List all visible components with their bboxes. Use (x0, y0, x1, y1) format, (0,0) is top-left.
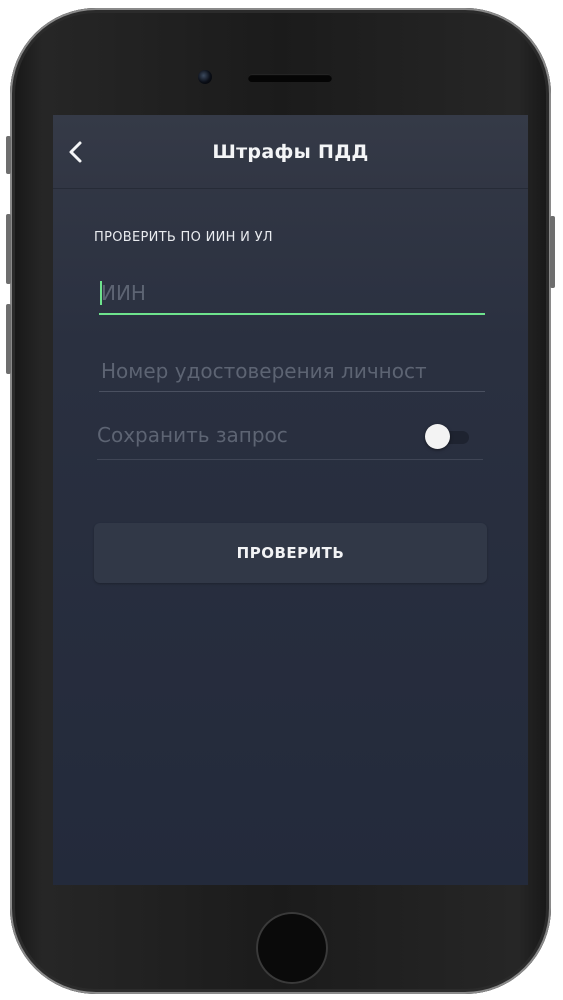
save-request-label: Сохранить запрос (97, 423, 288, 447)
volume-up-button (6, 214, 11, 284)
earpiece-speaker (248, 74, 332, 82)
page-title: Штрафы ПДД (212, 141, 369, 163)
section-label: ПРОВЕРИТЬ ПО ИИН И УЛ (94, 230, 273, 245)
id-number-input[interactable] (99, 351, 485, 392)
home-button[interactable] (256, 912, 328, 984)
silent-switch (6, 136, 11, 174)
save-request-row: Сохранить запрос (97, 415, 483, 460)
volume-down-button (6, 304, 11, 374)
iin-input[interactable] (99, 273, 485, 315)
power-button (550, 216, 555, 288)
check-button[interactable]: ПРОВЕРИТЬ (94, 523, 487, 583)
save-request-toggle[interactable] (425, 424, 471, 450)
front-camera (198, 70, 212, 84)
app-screen: Штрафы ПДД ПРОВЕРИТЬ ПО ИИН И УЛ Сохрани… (53, 115, 528, 885)
nav-bar: Штрафы ПДД (53, 115, 528, 189)
phone-frame: Штрафы ПДД ПРОВЕРИТЬ ПО ИИН И УЛ Сохрани… (6, 8, 555, 994)
text-cursor (100, 281, 102, 305)
toggle-thumb (425, 424, 450, 449)
